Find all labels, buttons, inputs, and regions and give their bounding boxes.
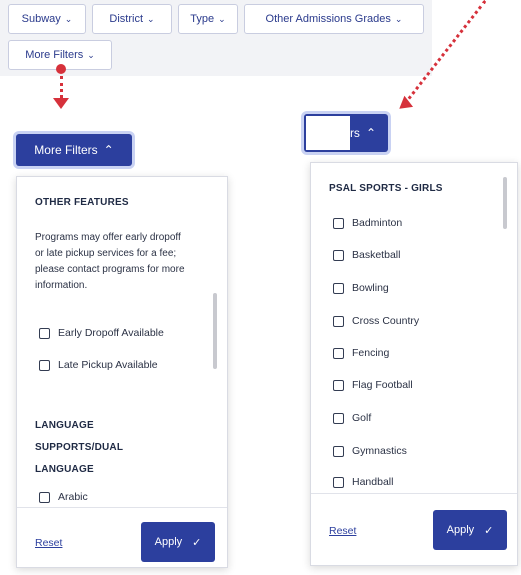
checkbox-box[interactable] <box>39 327 50 339</box>
checkbox-label: Badminton <box>352 217 403 229</box>
checkbox-label: Early Dropoff Available <box>58 327 164 339</box>
checkbox-label: Late Pickup Available <box>58 359 158 371</box>
checkbox-box[interactable] <box>333 412 344 424</box>
footer-divider <box>311 493 517 494</box>
checkbox-label: Basketball <box>352 249 401 261</box>
checkbox-box[interactable] <box>333 445 344 457</box>
check-icon: ✓ <box>192 536 202 549</box>
annotation-arrowhead <box>53 98 69 109</box>
checkbox-box[interactable] <box>333 315 344 327</box>
checkbox-bowling[interactable]: Bowling <box>333 282 389 294</box>
chevron-down-icon: ⌄ <box>218 13 226 24</box>
checkbox-late-pickup[interactable]: Late Pickup Available <box>39 359 158 371</box>
checkbox-label: Cross Country <box>352 315 420 327</box>
apply-button[interactable]: Apply ✓ <box>433 510 507 550</box>
scrollbar-thumb[interactable] <box>213 293 217 369</box>
checkbox-label: Flag Football <box>352 379 413 391</box>
annotation-dot <box>56 64 66 74</box>
district-filter-button[interactable]: District ⌄ <box>92 4 172 34</box>
footer-divider <box>17 507 227 508</box>
sports-filter-open-label: rs <box>349 126 360 140</box>
checkbox-fencing[interactable]: Fencing <box>333 347 389 359</box>
checkbox-box[interactable] <box>333 282 344 294</box>
checkbox-golf[interactable]: Golf <box>333 412 371 424</box>
checkbox-box[interactable] <box>333 249 344 261</box>
checkbox-label: Gymnastics <box>352 445 407 457</box>
chevron-up-icon: ⌃ <box>365 126 376 140</box>
chevron-down-icon: ⌄ <box>87 49 95 60</box>
checkbox-badminton[interactable]: Badminton <box>333 217 402 229</box>
chevron-down-icon: ⌄ <box>64 13 73 24</box>
checkbox-label: Handball <box>352 476 394 488</box>
checkbox-label: Golf <box>352 412 372 424</box>
more-filters-open-button[interactable]: More Filters ⌃ <box>16 134 132 166</box>
chevron-down-icon: ⌄ <box>394 13 403 24</box>
sports-dropdown: PSAL SPORTS - GIRLS Badminton Basketball… <box>310 162 518 566</box>
more-filters-label: More Filters <box>25 49 84 61</box>
checkbox-flag-football[interactable]: Flag Football <box>333 379 413 391</box>
other-features-description: Programs may offer early dropoff or late… <box>35 232 185 291</box>
checkbox-box[interactable] <box>333 347 344 359</box>
apply-button[interactable]: Apply ✓ <box>141 522 215 562</box>
section-title-other-features: OTHER FEATURES <box>35 197 129 208</box>
type-filter-button[interactable]: Type ⌄ <box>178 4 238 34</box>
scrollbar-thumb[interactable] <box>503 177 507 229</box>
subway-filter-label: Subway <box>21 13 61 25</box>
checkbox-early-dropoff[interactable]: Early Dropoff Available <box>39 327 164 339</box>
checkbox-basketball[interactable]: Basketball <box>333 249 400 261</box>
dropdown-scroll-area[interactable]: PSAL SPORTS - GIRLS Badminton Basketball… <box>311 163 517 493</box>
checkbox-box[interactable] <box>39 359 50 371</box>
checkbox-box[interactable] <box>333 217 344 229</box>
checkbox-box[interactable] <box>333 379 344 391</box>
other-admissions-grades-label: Other Admissions Grades <box>265 13 391 25</box>
type-filter-label: Type <box>190 13 215 25</box>
checkbox-gymnastics[interactable]: Gymnastics <box>333 445 407 457</box>
chevron-up-icon: ⌃ <box>103 143 114 157</box>
checkbox-cross-country[interactable]: Cross Country <box>333 315 419 327</box>
redaction-box <box>306 116 350 150</box>
section-title-language-supports: LANGUAGE SUPPORTS/DUAL LANGUAGE <box>35 420 123 475</box>
checkbox-box[interactable] <box>333 476 344 488</box>
checkbox-label: Fencing <box>352 347 390 359</box>
other-admissions-grades-button[interactable]: Other Admissions Grades ⌄ <box>244 4 424 34</box>
reset-link[interactable]: Reset <box>35 537 62 549</box>
district-filter-label: District <box>109 13 144 25</box>
apply-label: Apply <box>154 536 183 548</box>
more-filters-dropdown: OTHER FEATURES Programs may offer early … <box>16 176 228 568</box>
apply-label: Apply <box>446 524 475 536</box>
filter-bar: Subway ⌄ District ⌄ Type ⌄ Other Admissi… <box>0 0 432 76</box>
chevron-down-icon: ⌄ <box>147 13 155 24</box>
dropdown-scroll-area[interactable]: OTHER FEATURES Programs may offer early … <box>17 177 227 507</box>
annotation-dotted-line <box>60 76 63 98</box>
section-title-psal-girls: PSAL SPORTS - GIRLS <box>329 183 443 194</box>
checkbox-handball[interactable]: Handball <box>333 476 393 488</box>
subway-filter-button[interactable]: Subway ⌄ <box>8 4 86 34</box>
checkbox-label: Arabic <box>58 491 88 503</box>
checkbox-label: Bowling <box>352 282 389 294</box>
checkbox-box[interactable] <box>39 491 50 503</box>
check-icon: ✓ <box>484 524 494 537</box>
checkbox-arabic[interactable]: Arabic <box>39 491 88 503</box>
more-filters-open-label: More Filters <box>34 143 98 157</box>
reset-link[interactable]: Reset <box>329 525 356 537</box>
